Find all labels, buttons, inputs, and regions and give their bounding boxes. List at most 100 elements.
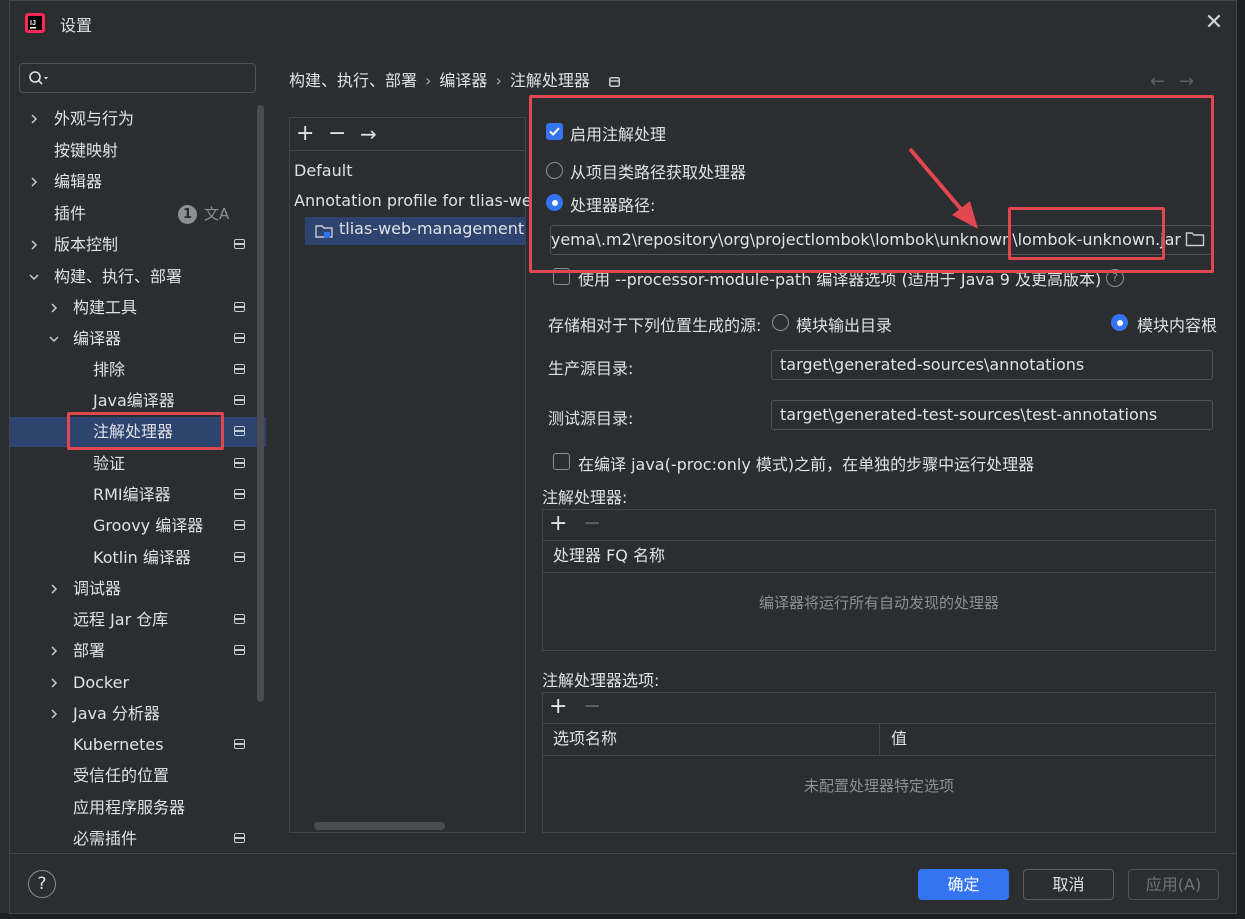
project-scope-icon <box>234 426 245 436</box>
cancel-button[interactable]: 取消 <box>1023 869 1114 900</box>
tree-item-build-tools[interactable]: 构建工具 <box>10 293 266 323</box>
profile-tlias[interactable]: Annotation profile for tlias-we <box>294 191 532 210</box>
tree-item-build[interactable]: 构建、执行、部署 <box>10 262 266 292</box>
move-icon[interactable]: → <box>360 120 377 148</box>
back-arrow-icon[interactable]: ← <box>1150 71 1179 92</box>
tree-item-compiler[interactable]: 编译器 <box>10 324 266 354</box>
tree-item-label: RMI编译器 <box>93 485 171 504</box>
window-title: 设置 <box>60 16 93 35</box>
ok-button[interactable]: 确定 <box>918 869 1009 900</box>
breadcrumb-item[interactable]: 编译器 <box>439 67 487 91</box>
tree-item-kubernetes[interactable]: Kubernetes <box>10 730 266 760</box>
tree-item-label: 必需插件 <box>73 829 138 848</box>
tree-item-label: 按键映射 <box>54 141 119 160</box>
add-icon[interactable]: + <box>549 693 567 721</box>
chevron-right-icon <box>51 678 58 688</box>
project-scope-icon <box>234 739 245 749</box>
tree-item-debugger[interactable]: 调试器 <box>10 574 266 604</box>
module-item[interactable]: tlias-web-management <box>305 217 526 245</box>
profiles-scrollbar[interactable] <box>314 822 445 830</box>
help-button[interactable]: ? <box>28 870 56 898</box>
dialog-footer: ? 确定 取消 应用(A) <box>10 853 1236 913</box>
project-scope-icon <box>234 333 245 343</box>
chevron-right-icon: › <box>425 71 432 90</box>
highlight-box-sidebar <box>67 412 224 450</box>
tree-item-vcs[interactable]: 版本控制 <box>10 230 266 260</box>
red-arrow-annotation <box>908 147 978 229</box>
svg-text:IJ: IJ <box>30 20 36 27</box>
processors-title: 注解处理器: <box>542 488 628 507</box>
processors-empty-text: 编译器将运行所有自动发现的处理器 <box>758 594 999 612</box>
settings-tree: 外观与行为 按键映射 编辑器 插件 1 文A 版本控制 构建、执行、部署 构建工… <box>10 104 266 854</box>
tree-item-appearance[interactable]: 外观与行为 <box>10 104 266 134</box>
run-before-checkbox[interactable] <box>553 453 570 470</box>
tree-item-label: 远程 Jar 仓库 <box>73 610 169 629</box>
search-input[interactable] <box>19 63 256 93</box>
tree-item-label: 部署 <box>73 641 106 660</box>
tree-item-excludes[interactable]: 排除 <box>10 355 266 385</box>
profile-default[interactable]: Default <box>294 161 352 180</box>
tree-item-label: 构建、执行、部署 <box>54 267 183 286</box>
chevron-right-icon <box>31 177 38 187</box>
sidebar-scrollbar[interactable] <box>257 105 264 702</box>
tree-item-editor[interactable]: 编辑器 <box>10 167 266 197</box>
tree-item-keymap[interactable]: 按键映射 <box>10 136 266 166</box>
project-scope-icon <box>234 395 245 405</box>
test-dir-input[interactable]: target\generated-test-sources\test-annot… <box>771 400 1213 430</box>
tree-item-groovy-compiler[interactable]: Groovy 编译器 <box>10 511 266 541</box>
tree-item-plugins[interactable]: 插件 1 文A <box>10 199 266 229</box>
processors-header: 处理器 FQ 名称 <box>543 540 1215 573</box>
add-icon[interactable]: + <box>296 120 314 148</box>
title-bar: IJ 设置 ✕ <box>10 1 1236 49</box>
prod-dir-input[interactable]: target\generated-sources\annotations <box>771 350 1213 380</box>
profiles-toolbar: + − → <box>290 118 525 151</box>
tree-item-kotlin-compiler[interactable]: Kotlin 编译器 <box>10 543 266 573</box>
tree-item-trusted-locations[interactable]: 受信任的位置 <box>10 761 266 791</box>
tree-item-label: Groovy 编译器 <box>93 516 204 535</box>
remove-icon[interactable]: − <box>328 120 346 148</box>
tree-item-app-servers[interactable]: 应用程序服务器 <box>10 793 266 823</box>
project-scope-icon <box>234 833 245 843</box>
tree-item-label: Docker <box>73 673 130 692</box>
notification-badge: 1 <box>178 205 197 224</box>
tree-item-rmi-compiler[interactable]: RMI编译器 <box>10 480 266 510</box>
project-scope-icon <box>234 614 245 624</box>
tree-item-label: 受信任的位置 <box>73 766 170 785</box>
options-empty-text: 未配置处理器特定选项 <box>803 777 954 795</box>
add-icon[interactable]: + <box>549 510 567 538</box>
tree-item-label: Java 分析器 <box>73 704 160 723</box>
tree-item-validation[interactable]: 验证 <box>10 449 266 479</box>
tree-item-label: Kubernetes <box>73 735 164 754</box>
chevron-down-icon <box>49 336 59 343</box>
module-output-radio[interactable] <box>772 314 789 331</box>
tree-item-label: 验证 <box>93 454 126 473</box>
project-scope-icon <box>234 302 245 312</box>
module-label: tlias-web-management <box>339 219 525 238</box>
chevron-right-icon <box>51 709 58 719</box>
project-scope-icon <box>234 552 245 562</box>
chevron-right-icon <box>31 114 38 124</box>
run-before-label: 在编译 java(-proc:only 模式)之前，在单独的步骤中运行处理器 <box>578 455 1035 474</box>
close-icon[interactable]: ✕ <box>1202 11 1226 35</box>
column-header[interactable]: 处理器 FQ 名称 <box>553 540 665 572</box>
tree-item-java-profiler[interactable]: Java 分析器 <box>10 699 266 729</box>
tree-item-deployment[interactable]: 部署 <box>10 636 266 666</box>
tree-item-docker[interactable]: Docker <box>10 668 266 698</box>
column-header-value[interactable]: 值 <box>891 723 907 755</box>
apply-button[interactable]: 应用(A) <box>1128 869 1219 900</box>
module-output-label: 模块输出目录 <box>796 316 893 335</box>
chevron-down-icon <box>29 274 39 281</box>
tree-item-label: 外观与行为 <box>54 109 135 128</box>
tree-item-remote-jar[interactable]: 远程 Jar 仓库 <box>10 605 266 635</box>
remove-icon: − <box>583 511 602 536</box>
chevron-right-icon <box>51 646 58 656</box>
forward-arrow-icon[interactable]: → <box>1179 71 1208 92</box>
project-scope-icon <box>234 645 245 655</box>
tree-item-required-plugins[interactable]: 必需插件 <box>10 824 266 854</box>
content-root-radio[interactable] <box>1111 314 1128 331</box>
chevron-right-icon: › <box>495 71 502 90</box>
breadcrumb-item[interactable]: 构建、执行、部署 <box>289 67 417 91</box>
options-header: 选项名称 值 <box>543 723 1215 756</box>
chevron-right-icon <box>51 303 58 313</box>
column-header-name[interactable]: 选项名称 <box>553 723 617 755</box>
